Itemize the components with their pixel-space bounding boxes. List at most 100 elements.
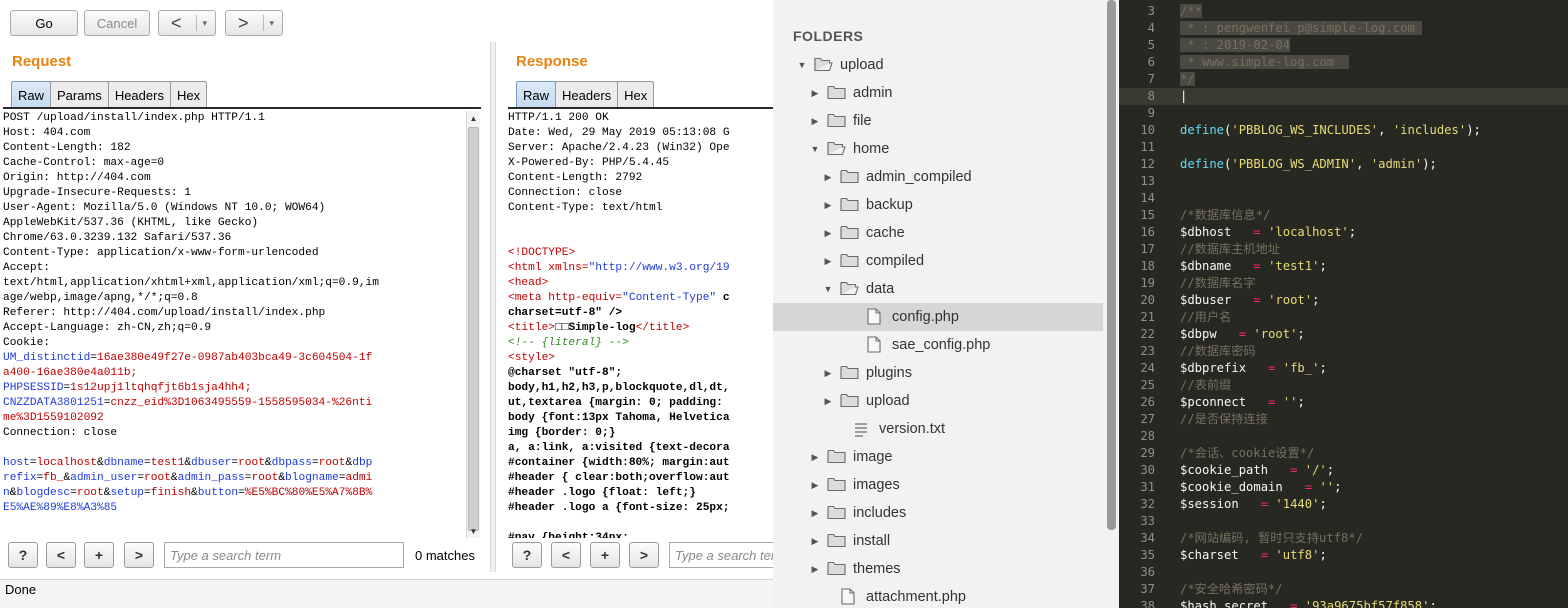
sidebar-scrollbar[interactable] <box>1107 0 1116 530</box>
chevron-right-icon[interactable]: ▶ <box>823 396 833 407</box>
line-number: 3 <box>1147 4 1155 18</box>
chevron-down-icon[interactable]: ▼ <box>823 284 833 294</box>
request-tab-raw[interactable]: Raw <box>11 81 52 108</box>
tree-item-label: version.txt <box>879 421 946 437</box>
response-search-input[interactable]: Type a search term <box>669 542 773 568</box>
tree-item-attachment-php[interactable]: attachment.php <box>773 583 1103 608</box>
scroll-down-icon[interactable]: ▼ <box>467 524 480 538</box>
chevron-right-icon[interactable]: ▶ <box>823 256 833 267</box>
tree-item-home[interactable]: ▼ home <box>773 135 1103 163</box>
go-button[interactable]: Go <box>10 10 78 36</box>
chevron-right-icon[interactable]: ▶ <box>810 452 820 463</box>
param-value: finish <box>150 487 192 499</box>
chevron-right-icon[interactable]: ▶ <box>823 200 833 211</box>
tree-item-version-txt[interactable]: version.txt <box>773 415 1103 443</box>
chevron-right-icon[interactable]: ▶ <box>810 536 820 547</box>
chevron-right-icon[interactable]: ▶ <box>810 116 820 127</box>
tree-item-backup[interactable]: ▶ backup <box>773 191 1103 219</box>
tree-item-includes[interactable]: ▶ includes <box>773 499 1103 527</box>
forward-button[interactable]: > ▾ <box>225 10 283 36</box>
chevron-right-icon[interactable]: ▶ <box>823 228 833 239</box>
code-text: //用户名 <box>1180 309 1231 326</box>
folder-icon <box>840 365 859 380</box>
html-string: "Content-Type" <box>622 292 717 304</box>
code-editor[interactable]: 3 /** 4 * : pengwenfei p@simple-log.com 5 … <box>1119 0 1568 608</box>
tree-item-themes[interactable]: ▶ themes <box>773 555 1103 583</box>
css-text: #nav {height:34px; <box>508 532 629 538</box>
folder-icon <box>840 253 859 268</box>
css-text: #header .logo a {font-size: 25px; <box>508 502 730 514</box>
body-line: refix=fb_&admin_user=root&admin_pass=roo… <box>3 471 465 486</box>
tree-item-install[interactable]: ▶ install <box>773 527 1103 555</box>
tree-item-upload[interactable]: ▶ upload <box>773 387 1103 415</box>
response-tab-hex[interactable]: Hex <box>617 81 655 108</box>
tree-item-admin[interactable]: ▶ admin <box>773 79 1103 107</box>
next-match-button[interactable]: > <box>124 542 154 568</box>
param-name: n <box>3 487 10 499</box>
request-line: Upgrade-Insecure-Requests: 1 <box>3 187 191 199</box>
tree-item-plugins[interactable]: ▶ plugins <box>773 359 1103 387</box>
response-editor[interactable]: HTTP/1.1 200 OK Date: Wed, 29 May 2019 05… <box>508 111 773 538</box>
add-button[interactable]: + <box>590 542 620 568</box>
tree-item-sae-config-php[interactable]: sae_config.php <box>773 331 1103 359</box>
chevron-right-icon[interactable]: ▶ <box>810 88 820 99</box>
request-line: Cache-Control: max-age=0 <box>3 157 165 169</box>
code-token: ; <box>1334 480 1342 494</box>
html-line: #header { clear:both;overflow:aut <box>508 471 773 486</box>
prev-match-button[interactable]: < <box>551 542 581 568</box>
request-tab-headers[interactable]: Headers <box>107 81 171 108</box>
response-tab-raw[interactable]: Raw <box>516 81 557 108</box>
request-line: POST /upload/install/index.php HTTP/1.1 <box>3 112 265 124</box>
request-scrollbar[interactable]: ▲ ▼ <box>466 111 480 538</box>
line-number: 7 <box>1147 72 1155 86</box>
back-button[interactable]: < ▾ <box>158 10 216 36</box>
tree-item-config-php[interactable]: config.php <box>773 303 1103 331</box>
tree-item-cache[interactable]: ▶ cache <box>773 219 1103 247</box>
code-line: 22 $dbpw = 'root'; <box>1119 326 1568 343</box>
request-search-input[interactable]: Type a search term <box>164 542 404 568</box>
add-button[interactable]: + <box>84 542 114 568</box>
request-line: Referer: http://404.com/upload/install/i… <box>3 307 326 319</box>
chevron-right-icon[interactable]: ▶ <box>823 172 833 183</box>
help-button[interactable]: ? <box>8 542 38 568</box>
code-line: 27 //是否保持连接 <box>1119 411 1568 428</box>
request-editor[interactable]: POST /upload/install/index.php HTTP/1.1 H… <box>3 111 465 538</box>
line-number: 6 <box>1147 55 1155 69</box>
response-tab-headers[interactable]: Headers <box>555 81 619 108</box>
param-amp: & <box>170 472 178 484</box>
tab-underline <box>3 107 481 109</box>
split-divider[interactable] <box>490 42 496 572</box>
code-line: 10 define('PBBLOG_WS_INCLUDES', 'includes… <box>1119 122 1568 139</box>
chevron-right-icon[interactable]: ▶ <box>810 564 820 575</box>
request-line: Accept-Language: zh-CN,zh;q=0.9 <box>3 322 212 334</box>
scroll-up-icon[interactable]: ▲ <box>467 111 480 125</box>
help-button[interactable]: ? <box>512 542 542 568</box>
folder-icon <box>827 449 846 464</box>
tree-item-data[interactable]: ▼ data <box>773 275 1103 303</box>
prev-match-button[interactable]: < <box>46 542 76 568</box>
tree-item-upload[interactable]: ▼ upload <box>773 51 1103 79</box>
chevron-right-icon[interactable]: ▶ <box>810 480 820 491</box>
request-tab-params[interactable]: Params <box>50 81 109 108</box>
tree-item-images[interactable]: ▶ images <box>773 471 1103 499</box>
next-match-button[interactable]: > <box>629 542 659 568</box>
code-token: , <box>1378 123 1393 137</box>
request-tab-hex[interactable]: Hex <box>169 81 208 108</box>
code-token: = <box>1304 480 1313 494</box>
tree-item-file[interactable]: ▶ file <box>773 107 1103 135</box>
scroll-thumb[interactable] <box>468 127 479 531</box>
request-line: text/html,application/xhtml+xml,applicat… <box>3 277 379 289</box>
chevron-down-icon[interactable]: ▼ <box>810 144 820 154</box>
tree-item-admin-compiled[interactable]: ▶ admin_compiled <box>773 163 1103 191</box>
chevron-right-icon[interactable]: ▶ <box>810 508 820 519</box>
line-number: 4 <box>1147 21 1155 35</box>
line-number: 33 <box>1140 514 1155 528</box>
tree-item-image[interactable]: ▶ image <box>773 443 1103 471</box>
chevron-right-icon[interactable]: ▶ <box>823 368 833 379</box>
tree-item-compiled[interactable]: ▶ compiled <box>773 247 1103 275</box>
chevron-down-icon[interactable]: ▼ <box>797 60 807 70</box>
code-token: = <box>1253 293 1261 307</box>
cancel-button[interactable]: Cancel <box>84 10 150 36</box>
